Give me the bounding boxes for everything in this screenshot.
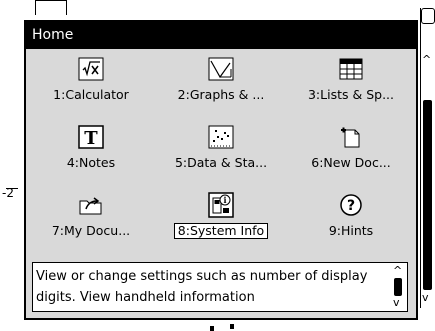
app-tile-lists-spreadsheet[interactable]: 3:Lists & Sp... bbox=[286, 49, 416, 109]
svg-text:?: ? bbox=[347, 198, 355, 214]
app-label: 2:Graphs & ... bbox=[177, 87, 265, 102]
app-tile-graphs[interactable]: 2:Graphs & ... bbox=[156, 49, 286, 109]
app-tile-notes[interactable]: T 4:Notes bbox=[26, 117, 156, 177]
scroll-thumb[interactable] bbox=[423, 100, 432, 290]
app-tile-system-info[interactable]: i 8:System Info bbox=[156, 185, 286, 245]
description-scrollbar[interactable]: ^ v bbox=[391, 265, 405, 309]
scroll-down-icon[interactable]: v bbox=[393, 297, 400, 308]
app-label: 4:Notes bbox=[66, 155, 116, 170]
home-dialog: Home 1:Calculator 2:Graphs & ... 3:Lists… bbox=[24, 20, 418, 320]
app-tile-data-stats[interactable]: 5:Data & Sta... bbox=[156, 117, 286, 177]
svg-text:i: i bbox=[223, 195, 226, 205]
app-tile-calculator[interactable]: 1:Calculator bbox=[26, 49, 156, 109]
data-stats-icon bbox=[207, 124, 235, 150]
scroll-thumb[interactable] bbox=[394, 278, 402, 296]
scroll-top-handle[interactable] bbox=[421, 8, 435, 24]
document-tab[interactable] bbox=[35, 0, 67, 15]
app-label: 6:New Doc... bbox=[311, 155, 391, 170]
app-label: 1:Calculator bbox=[53, 87, 129, 102]
scroll-down-icon[interactable]: v bbox=[422, 292, 429, 303]
axis-label: -2 bbox=[2, 186, 14, 200]
app-label: 3:Lists & Sp... bbox=[307, 87, 394, 102]
scroll-up-icon[interactable]: ^ bbox=[393, 265, 402, 276]
hints-icon: ? bbox=[337, 192, 365, 218]
calculator-icon bbox=[77, 56, 105, 82]
notes-icon: T bbox=[77, 124, 105, 150]
dialog-title: Home bbox=[32, 27, 74, 43]
spreadsheet-icon bbox=[337, 56, 365, 82]
app-tile-hints[interactable]: ? 9:Hints bbox=[286, 185, 416, 245]
scroll-up-icon[interactable]: ^ bbox=[422, 54, 431, 65]
app-tile-my-documents[interactable]: 7:My Docu... bbox=[26, 185, 156, 245]
new-document-icon bbox=[337, 124, 365, 150]
system-info-icon: i bbox=[207, 192, 235, 218]
document-scrollbar[interactable]: ^ v bbox=[420, 8, 435, 308]
my-documents-icon bbox=[77, 192, 105, 218]
app-label: 9:Hints bbox=[328, 223, 374, 238]
app-tile-new-document[interactable]: 6:New Doc... bbox=[286, 117, 416, 177]
description-text: View or change settings such as number o… bbox=[36, 269, 368, 305]
svg-text:T: T bbox=[84, 128, 98, 149]
title-bar: Home bbox=[26, 22, 416, 49]
cursor-marks bbox=[210, 324, 240, 331]
app-label: 7:My Docu... bbox=[51, 223, 131, 238]
graphs-icon bbox=[207, 56, 235, 82]
app-label: 5:Data & Sta... bbox=[174, 155, 268, 170]
app-grid: 1:Calculator 2:Graphs & ... 3:Lists & Sp… bbox=[26, 49, 416, 255]
app-label: 8:System Info bbox=[173, 223, 269, 239]
description-box: View or change settings such as number o… bbox=[32, 262, 408, 312]
